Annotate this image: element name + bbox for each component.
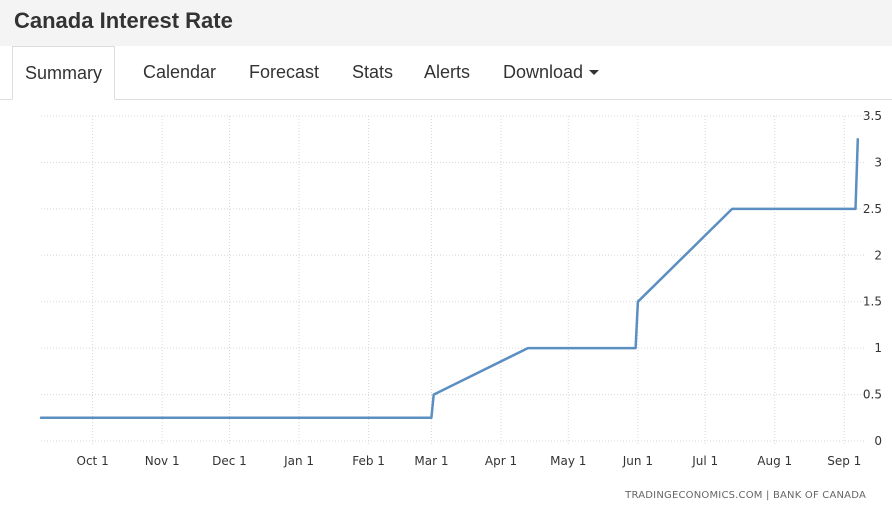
source-attribution: TRADINGECONOMICS.COM | BANK OF CANADA [625, 490, 866, 501]
series-layer [39, 137, 860, 420]
caret-down-icon [589, 69, 600, 75]
page-title: Canada Interest Rate [14, 8, 233, 33]
tab-calendar[interactable]: Calendar [143, 46, 216, 99]
x-tick-label: Oct 1 [77, 454, 109, 468]
y-tick-label: 0.5 [863, 388, 882, 402]
x-tick-label: Dec 1 [212, 454, 247, 468]
y-tick-label: 1 [874, 341, 882, 355]
y-tick-label: 2.5 [863, 202, 882, 216]
y-tick-label: 0 [874, 434, 882, 448]
tab-summary[interactable]: Summary [12, 46, 116, 100]
x-axis-labels: Oct 1 Nov 1 Dec 1 Jan 1 Feb 1 Mar 1 Apr 1 May 1… [77, 454, 862, 468]
y-axis-labels: 0 0.5 1 1.5 2 2.5 3 3.5 [863, 109, 882, 448]
x-tick-label: Feb 1 [352, 454, 385, 468]
x-tick-label: Jan 1 [283, 454, 314, 468]
x-tick-label: May 1 [550, 454, 586, 468]
tab-bar: Summary Calendar Forecast Stats Alerts D… [0, 46, 892, 100]
interest-rate-chart: Oct 1 Nov 1 Dec 1 Jan 1 Feb 1 Mar 1 Apr 1 May 1… [39, 109, 882, 468]
series-line [39, 137, 860, 420]
chart-grid [41, 115, 864, 446]
tab-download[interactable]: Download [503, 46, 600, 99]
x-tick-label: Mar 1 [414, 454, 448, 468]
x-tick-label: Nov 1 [145, 454, 180, 468]
x-tick-label: Jun 1 [622, 454, 653, 468]
x-tick-label: Apr 1 [485, 454, 517, 468]
y-tick-label: 3 [874, 155, 882, 169]
page-header: Canada Interest Rate [0, 0, 892, 46]
y-tick-label: 1.5 [863, 295, 882, 309]
y-tick-label: 2 [874, 248, 882, 262]
x-tick-label: Aug 1 [757, 454, 792, 468]
tab-download-label: Download [503, 62, 584, 82]
tab-alerts[interactable]: Alerts [424, 46, 470, 99]
y-tick-label: 3.5 [863, 109, 882, 123]
tab-forecast[interactable]: Forecast [249, 46, 319, 99]
x-tick-label: Jul 1 [691, 454, 718, 468]
x-tick-label: Sep 1 [827, 454, 861, 468]
tab-stats[interactable]: Stats [352, 46, 393, 99]
